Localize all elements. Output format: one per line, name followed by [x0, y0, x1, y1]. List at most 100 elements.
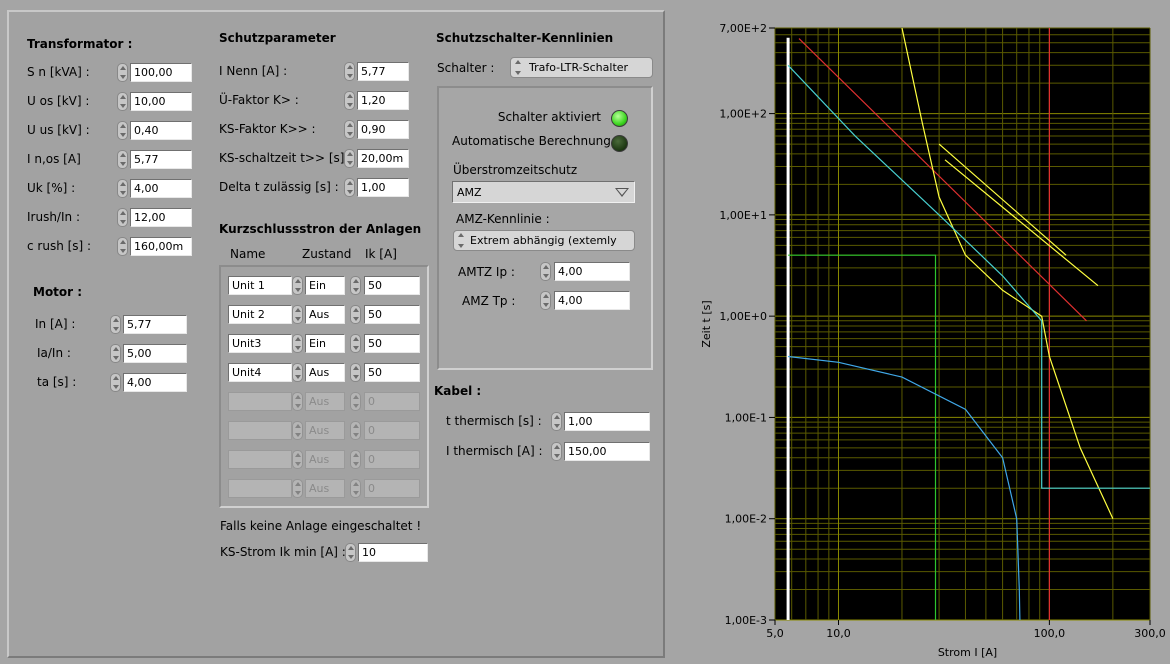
trafo-3-input[interactable]: 5,77: [130, 150, 192, 169]
anlage-zustand[interactable]: Ein: [305, 334, 345, 353]
anlage-ik-stepper[interactable]: [350, 479, 361, 498]
schalter-aktiviert-led[interactable]: [611, 110, 628, 127]
motor-1-label: Ia/In :: [37, 346, 71, 360]
col-zustand-header: Zustand: [302, 247, 352, 261]
trafo-6-input[interactable]: 160,00m: [130, 237, 192, 256]
trafo-0-stepper[interactable]: [117, 63, 128, 82]
motor-2-stepper[interactable]: [110, 373, 121, 392]
anlage-ik[interactable]: 50: [364, 363, 420, 382]
motor-2-input[interactable]: 4,00: [123, 373, 187, 392]
anlage-zustand[interactable]: Aus: [305, 479, 345, 498]
anlage-zustand[interactable]: Aus: [305, 305, 345, 324]
schutz-3-input[interactable]: 20,00m: [357, 149, 409, 168]
trafo-1-stepper[interactable]: [117, 92, 128, 111]
trafo-2-input[interactable]: 0,40: [130, 121, 192, 140]
amtz-ip-stepper[interactable]: [540, 262, 551, 281]
anlage-ik-stepper[interactable]: [350, 392, 361, 411]
anlage-ik-stepper[interactable]: [350, 276, 361, 295]
kurzschluss-title: Kurzschlussstron der Anlagen: [219, 222, 422, 236]
trafo-2-label: U us [kV] :: [27, 123, 90, 137]
schutzparameter-title: Schutzparameter: [219, 31, 336, 45]
amtz-ip-input[interactable]: 4,00: [554, 262, 630, 281]
anlage-ik[interactable]: 0: [364, 450, 420, 469]
anlage-name[interactable]: [228, 450, 292, 469]
trafo-5-input[interactable]: 12,00: [130, 208, 192, 227]
schutz-1-input[interactable]: 1,20: [357, 91, 409, 110]
amz-tp-stepper[interactable]: [540, 291, 551, 310]
schutz-1-stepper[interactable]: [344, 91, 355, 110]
anlage-zustand-stepper[interactable]: [292, 276, 303, 295]
anlage-ik[interactable]: 50: [364, 305, 420, 324]
auto-berechnung-led[interactable]: [611, 135, 628, 152]
trafo-6-stepper[interactable]: [117, 237, 128, 256]
schalter-select[interactable]: Trafo-LTR-Schalter: [510, 57, 653, 78]
motor-1-input[interactable]: 5,00: [123, 344, 187, 363]
schutz-0-input[interactable]: 5,77: [357, 62, 409, 81]
amz-tp-input[interactable]: 4,00: [554, 291, 630, 310]
t-thermisch-input[interactable]: 1,00: [564, 412, 650, 431]
anlage-name[interactable]: Unit 2: [228, 305, 292, 324]
anlage-name[interactable]: Unit4: [228, 363, 292, 382]
trafo-0-input[interactable]: 100,00: [130, 63, 192, 82]
anlage-ik-stepper[interactable]: [350, 450, 361, 469]
trafo-3-label: I n,os [A]: [27, 152, 81, 166]
anlage-ik[interactable]: 50: [364, 276, 420, 295]
anlage-name[interactable]: [228, 421, 292, 440]
anlage-zustand-stepper[interactable]: [292, 392, 303, 411]
i-thermisch-stepper[interactable]: [551, 442, 562, 461]
schutz-2-stepper[interactable]: [344, 120, 355, 139]
anlage-ik[interactable]: 0: [364, 392, 420, 411]
schalter-value: Trafo-LTR-Schalter: [529, 61, 629, 74]
trafo-2-stepper[interactable]: [117, 121, 128, 140]
amz-kennlinie-select[interactable]: Extrem abhängig (extemly: [453, 230, 635, 251]
anlage-zustand-stepper[interactable]: [292, 450, 303, 469]
anlage-ik[interactable]: 0: [364, 421, 420, 440]
anlage-zustand[interactable]: Ein: [305, 276, 345, 295]
anlage-ik-stepper[interactable]: [350, 305, 361, 324]
trafo-3-stepper[interactable]: [117, 150, 128, 169]
schutz-2-input[interactable]: 0,90: [357, 120, 409, 139]
anlage-name[interactable]: Unit3: [228, 334, 292, 353]
trafo-1-input[interactable]: 10,00: [130, 92, 192, 111]
motor-0-stepper[interactable]: [110, 315, 121, 334]
anlage-ik[interactable]: 0: [364, 479, 420, 498]
trafo-5-stepper[interactable]: [117, 208, 128, 227]
anlage-ik-stepper[interactable]: [350, 363, 361, 382]
amz-kennlinie-stepper-icon: [456, 231, 467, 250]
motor-1-stepper[interactable]: [110, 344, 121, 363]
anlage-zustand[interactable]: Aus: [305, 450, 345, 469]
amtz-ip-label: AMTZ Ip :: [458, 265, 515, 279]
schutz-4-input[interactable]: 1,00: [357, 178, 409, 197]
ueberstrom-dropdown[interactable]: AMZ: [452, 181, 635, 203]
t-thermisch-stepper[interactable]: [551, 412, 562, 431]
anlage-ik-stepper[interactable]: [350, 421, 361, 440]
trafo-4-input[interactable]: 4,00: [130, 179, 192, 198]
anlage-zustand-stepper[interactable]: [292, 305, 303, 324]
no-unit-note: Falls keine Anlage eingeschaltet !: [220, 519, 422, 533]
anlage-zustand-stepper[interactable]: [292, 363, 303, 382]
anlage-name[interactable]: [228, 392, 292, 411]
trafo-6-label: c rush [s] :: [27, 239, 92, 253]
i-thermisch-input[interactable]: 150,00: [564, 442, 650, 461]
anlage-zustand[interactable]: Aus: [305, 363, 345, 382]
anlage-name[interactable]: [228, 479, 292, 498]
ik-min-input[interactable]: 10: [358, 543, 428, 562]
ik-min-stepper[interactable]: [345, 543, 356, 562]
schutz-4-stepper[interactable]: [344, 178, 355, 197]
motor-0-input[interactable]: 5,77: [123, 315, 187, 334]
x-tick-label: 100,0: [1034, 627, 1066, 640]
anlage-zustand-stepper[interactable]: [292, 334, 303, 353]
schutz-3-stepper[interactable]: [344, 149, 355, 168]
anlage-zustand[interactable]: Aus: [305, 421, 345, 440]
schutz-0-label: I Nenn [A] :: [219, 64, 288, 78]
y-tick-label: 1,00E-3: [725, 614, 767, 627]
anlage-ik[interactable]: 50: [364, 334, 420, 353]
anlage-name[interactable]: Unit 1: [228, 276, 292, 295]
anlage-zustand[interactable]: Aus: [305, 392, 345, 411]
anlage-zustand-stepper[interactable]: [292, 421, 303, 440]
schutz-0-stepper[interactable]: [344, 62, 355, 81]
trafo-4-stepper[interactable]: [117, 179, 128, 198]
anlage-zustand-stepper[interactable]: [292, 479, 303, 498]
anlage-ik-stepper[interactable]: [350, 334, 361, 353]
anlagen-table: [219, 265, 429, 508]
